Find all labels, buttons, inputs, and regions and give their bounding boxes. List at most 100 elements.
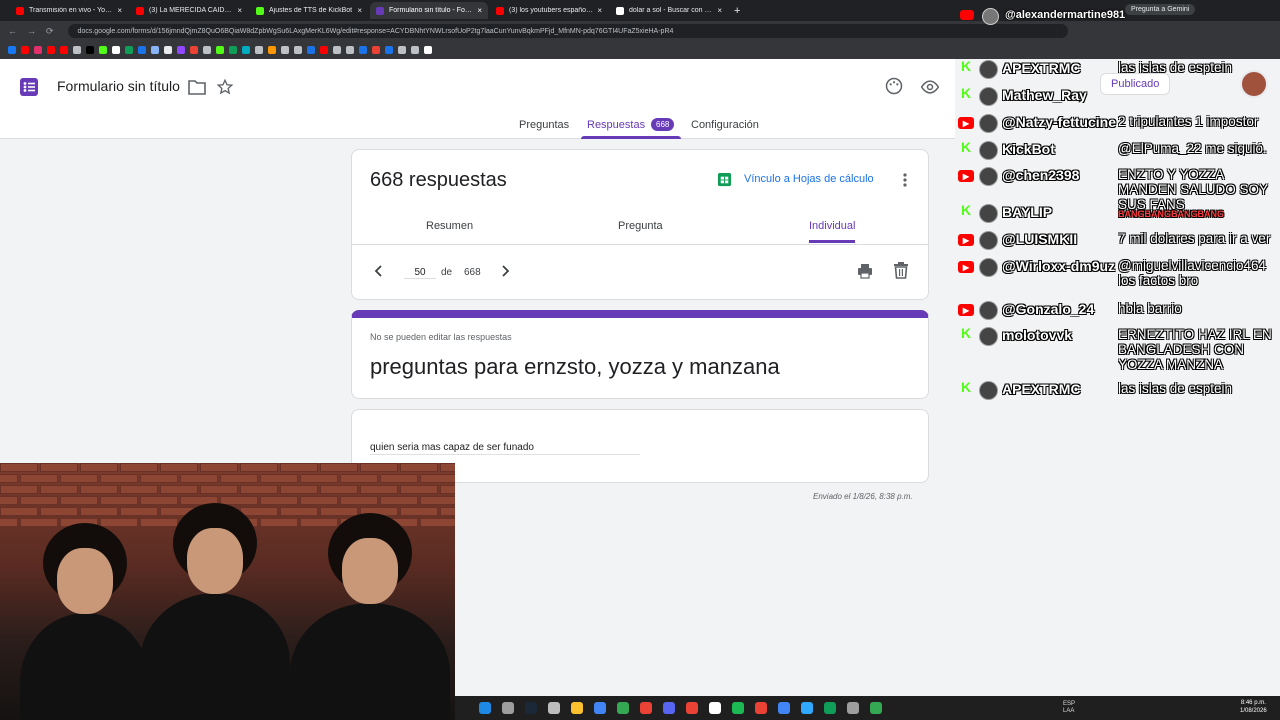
bookmark-icon[interactable] — [151, 46, 159, 54]
star-icon[interactable] — [216, 78, 234, 96]
bookmark-icon[interactable] — [203, 46, 211, 54]
bookmark-icon[interactable] — [372, 46, 380, 54]
subtab-resumen[interactable]: Resumen — [426, 220, 473, 232]
reload-icon[interactable]: ⟳ — [46, 26, 54, 37]
bookmark-icon[interactable] — [229, 46, 237, 54]
avatar — [979, 204, 998, 223]
taskbar-app-icon[interactable] — [594, 702, 606, 714]
folder-icon[interactable] — [188, 79, 206, 95]
bookmark-icon[interactable] — [294, 46, 302, 54]
bookmark-icon[interactable] — [346, 46, 354, 54]
taskbar-app-icon[interactable] — [617, 702, 629, 714]
delete-icon[interactable] — [893, 262, 909, 279]
taskbar-app-icon[interactable] — [502, 702, 514, 714]
tab-respuestas[interactable]: Respuestas — [587, 119, 645, 131]
brick-wall — [420, 496, 455, 505]
browser-tab[interactable]: (3) los youtubers españoles m× — [490, 2, 608, 19]
bookmark-icon[interactable] — [398, 46, 406, 54]
bookmark-icon[interactable] — [424, 46, 432, 54]
bookmark-icon[interactable] — [359, 46, 367, 54]
taskbar-app-icon[interactable] — [870, 702, 882, 714]
taskbar-app-icon[interactable] — [663, 702, 675, 714]
bookmark-icon[interactable] — [307, 46, 315, 54]
bookmark-icon[interactable] — [411, 46, 419, 54]
taskbar-app-icon[interactable] — [778, 702, 790, 714]
form-title[interactable]: Formulario sin título — [57, 78, 180, 94]
brick-wall — [220, 474, 258, 483]
avatar — [979, 60, 998, 79]
browser-tab[interactable]: dolar a sol - Buscar con Google × — [610, 2, 728, 19]
taskbar-app-icon[interactable] — [732, 702, 744, 714]
close-tab-icon[interactable]: × — [237, 6, 242, 15]
new-tab-icon[interactable]: + — [734, 5, 740, 17]
bookmark-icon[interactable] — [164, 46, 172, 54]
taskbar-app-icon[interactable] — [847, 702, 859, 714]
bookmark-icon[interactable] — [125, 46, 133, 54]
chat-message: hbla barrio — [1118, 301, 1182, 316]
bookmark-icon[interactable] — [281, 46, 289, 54]
browser-tab[interactable]: Transmisión en vivo - YouTube × — [10, 2, 128, 19]
taskbar-app-icon[interactable] — [755, 702, 767, 714]
taskbar-app-icon[interactable] — [640, 702, 652, 714]
bookmark-icon[interactable] — [112, 46, 120, 54]
bookmark-icon[interactable] — [255, 46, 263, 54]
bookmark-icon[interactable] — [333, 46, 341, 54]
taskbar-app-icon[interactable] — [548, 702, 560, 714]
taskbar-app-icon[interactable] — [686, 702, 698, 714]
google-forms-icon[interactable] — [17, 75, 41, 99]
bookmark-icon[interactable] — [8, 46, 16, 54]
taskbar-app-icon[interactable] — [709, 702, 721, 714]
gemini-button[interactable]: Pregunta a Gemini — [1125, 4, 1196, 15]
bookmark-icon[interactable] — [242, 46, 250, 54]
close-tab-icon[interactable]: × — [477, 6, 482, 15]
subtab-individual[interactable]: Individual — [809, 220, 855, 232]
taskbar-app-icon[interactable] — [801, 702, 813, 714]
youtube-icon: ▶ — [958, 304, 974, 316]
url-input[interactable]: docs.google.com/forms/d/156jmndQjmZ8QuO6… — [67, 24, 1068, 38]
close-tab-icon[interactable]: × — [117, 6, 122, 15]
bookmark-icon[interactable] — [320, 46, 328, 54]
close-tab-icon[interactable]: × — [597, 6, 602, 15]
palette-icon[interactable] — [884, 76, 904, 96]
bookmark-icon[interactable] — [73, 46, 81, 54]
more-vert-icon[interactable] — [897, 171, 913, 189]
bookmark-icon[interactable] — [268, 46, 276, 54]
person-face — [187, 528, 243, 594]
taskbar-app-icon[interactable] — [824, 702, 836, 714]
taskbar-app-icon[interactable] — [479, 702, 491, 714]
close-tab-icon[interactable]: × — [717, 6, 722, 15]
bookmark-icon[interactable] — [216, 46, 224, 54]
bookmark-icon[interactable] — [99, 46, 107, 54]
browser-tab[interactable]: Formulario sin título - Formula × — [370, 2, 488, 19]
bookmark-icon[interactable] — [190, 46, 198, 54]
subtab-pregunta[interactable]: Pregunta — [618, 220, 663, 232]
preview-eye-icon[interactable] — [920, 77, 940, 97]
back-icon[interactable]: ← — [8, 26, 17, 36]
bookmark-icon[interactable] — [47, 46, 55, 54]
bookmark-icon[interactable] — [138, 46, 146, 54]
response-index-input[interactable]: 50 — [404, 267, 436, 279]
tab-label: Formulario sin título - Formula — [389, 7, 474, 14]
chevron-right-icon[interactable] — [498, 264, 512, 278]
taskbar-app-icon[interactable] — [525, 702, 537, 714]
print-icon[interactable] — [857, 263, 873, 279]
keyboard-language[interactable]: ESP LAA — [1063, 701, 1075, 715]
browser-tab[interactable]: Ajustes de TTS de KickBot × — [250, 2, 368, 19]
chevron-left-icon[interactable] — [372, 264, 386, 278]
brick-wall — [240, 507, 278, 516]
bookmark-icon[interactable] — [177, 46, 185, 54]
bookmark-icon[interactable] — [21, 46, 29, 54]
tab-preguntas[interactable]: Preguntas — [519, 119, 569, 131]
forward-icon[interactable]: → — [27, 26, 36, 36]
bookmark-icon[interactable] — [34, 46, 42, 54]
close-tab-icon[interactable]: × — [357, 6, 362, 15]
google-sheets-icon[interactable] — [717, 172, 732, 187]
tab-configuracion[interactable]: Configuración — [691, 119, 759, 131]
bookmark-icon[interactable] — [385, 46, 393, 54]
taskbar-app-icon[interactable] — [571, 702, 583, 714]
link-to-sheets-button[interactable]: Vínculo a Hojas de cálculo — [744, 173, 874, 185]
browser-tab[interactable]: (3) La MERECIDA CAÍDA de XIA × — [130, 2, 248, 19]
bookmark-icon[interactable] — [60, 46, 68, 54]
bookmark-icon[interactable] — [86, 46, 94, 54]
tab-label: (3) los youtubers españoles m — [509, 7, 594, 14]
